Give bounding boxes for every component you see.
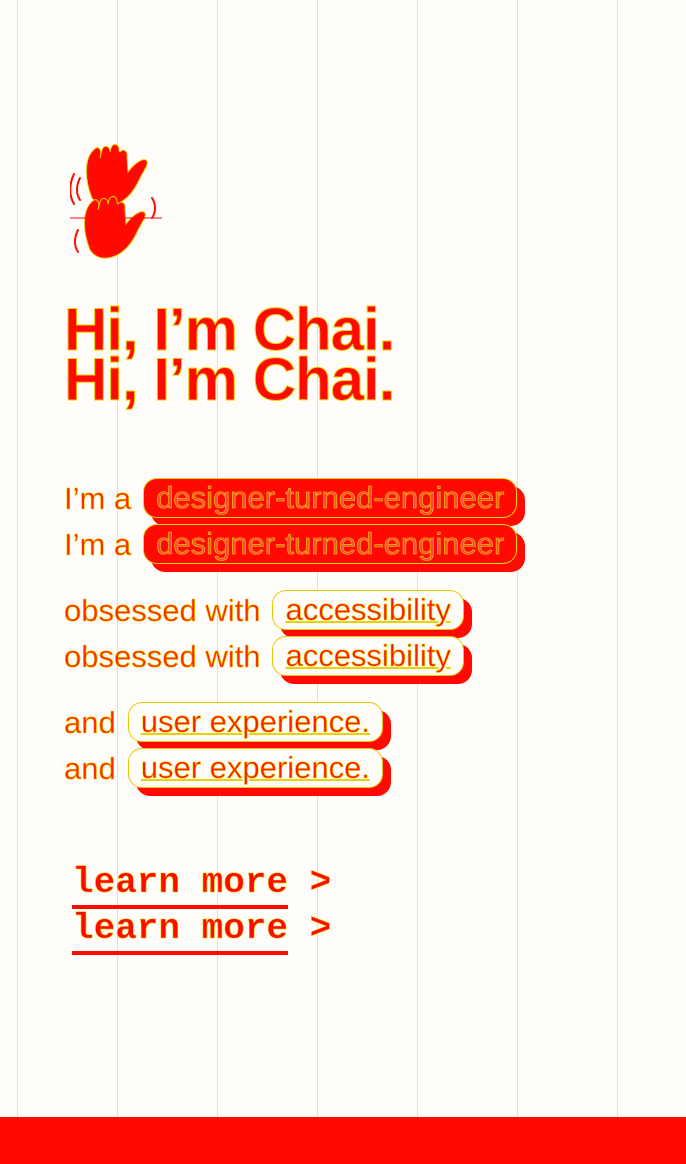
highlight-user-experience: user experience. [127, 702, 383, 742]
highlight-user-experience-echo: user experience. [127, 748, 383, 788]
chevron-right-icon: > [309, 862, 332, 904]
intro-line-2-echo: obsessed with accessibility [64, 634, 464, 678]
page: Hi, I’m Chai. Hi, I’m Chai. I’m a design… [0, 0, 686, 1164]
waving-hands-icon [69, 138, 162, 268]
intro-line-1: I’m a designer-turned-engineer [64, 476, 518, 520]
learn-more-label-echo: learn more [72, 908, 288, 955]
intro-line-2-prefix: obsessed with [64, 592, 261, 628]
highlight-accessibility-echo: accessibility [272, 636, 464, 676]
intro-line-1-echo: I’m a designer-turned-engineer [64, 522, 518, 566]
highlight-accessibility: accessibility [272, 590, 464, 630]
intro-line-3-prefix: and [64, 704, 116, 740]
highlight-role-echo: designer-turned-engineer [143, 524, 518, 564]
learn-more-link-echo[interactable]: learn more > [72, 908, 332, 955]
intro-line-2: obsessed with accessibility [64, 588, 464, 632]
intro-line-3-echo: and user experience. [64, 746, 383, 790]
page-title-echo: Hi, I’m Chai. [63, 346, 395, 413]
highlight-role: designer-turned-engineer [143, 478, 518, 518]
footer-bar [0, 1117, 686, 1164]
intro-line-1-prefix-echo: I’m a [64, 526, 132, 562]
intro-line-3: and user experience. [64, 700, 383, 744]
intro-line-3-prefix-echo: and [64, 750, 116, 786]
learn-more-label: learn more [72, 862, 288, 909]
intro-line-2-prefix-echo: obsessed with [64, 638, 261, 674]
intro-line-1-prefix: I’m a [64, 480, 132, 516]
chevron-right-icon-echo: > [309, 908, 332, 950]
learn-more-link[interactable]: learn more > [72, 862, 332, 909]
